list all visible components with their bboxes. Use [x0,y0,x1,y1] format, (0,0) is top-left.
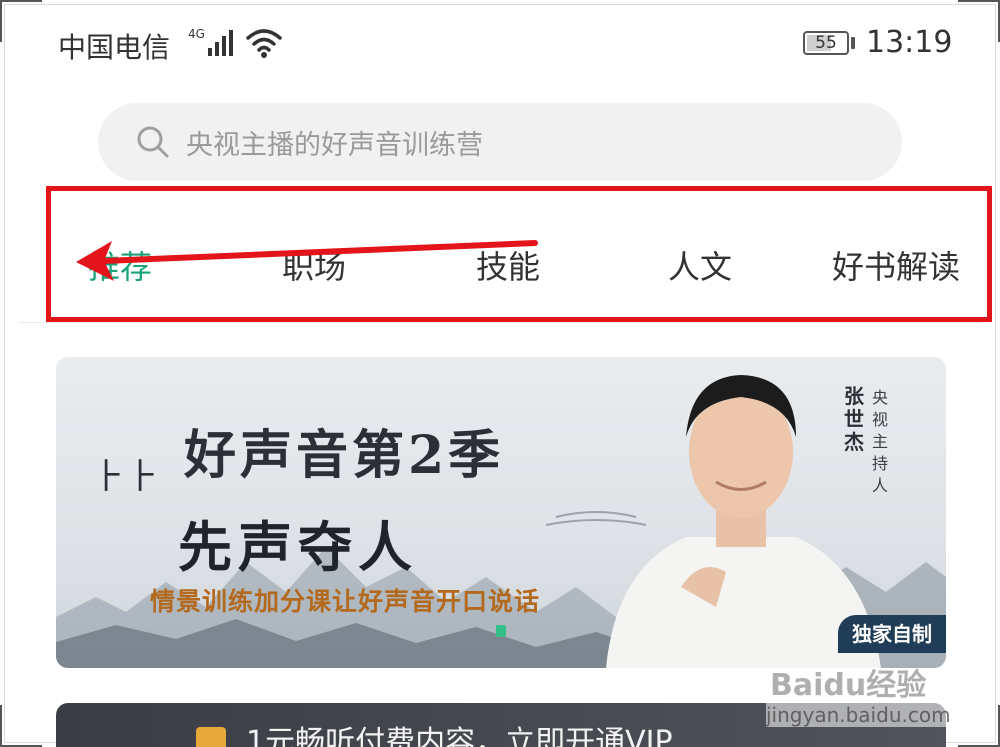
cell-signal-icon: 4G [188,27,233,56]
watermark-logo: Baidu经验 [770,668,927,703]
promo-banner[interactable]: ⺊⺊ 好声音第2季 先声夺人 情景训练加分课让好声音开口说话 张世杰 央视主持人… [56,357,946,668]
carrier-label: 中国电信 [58,31,171,64]
wifi-icon [246,29,282,58]
clock: 13:19 [866,25,953,60]
banner-subtitle: 情景训练加分课让好声音开口说话 [150,587,541,616]
search-bar[interactable]: 央视主播的好声音训练营 [98,103,902,181]
tabs-divider [18,322,982,323]
battery-level: 55 [815,33,837,53]
watermark-url: jingyan.baidu.com [766,703,951,727]
host-name: 张世杰 [844,384,864,454]
banner-title-secondary: 先声夺人 [178,515,418,579]
search-icon [137,126,169,158]
vip-banner-text: 1元畅听付费内容，立即开通VIP [246,725,673,747]
host-role: 央视主持人 [871,388,888,495]
battery-tip [851,37,855,49]
annotation-arrow-icon [76,240,538,281]
exclusive-badge: 独家自制 [838,615,946,653]
crop-mark [0,705,42,747]
search-placeholder: 央视主播的好声音训练营 [186,130,483,161]
carousel-indicator [496,625,506,637]
vip-crown-icon [196,727,226,747]
status-bar: 中国电信 4G 55 13:19 [0,0,1000,90]
birds-icon: ⺊⺊ [92,457,160,497]
network-type-label: 4G [188,27,205,41]
crop-mark [958,705,1000,747]
battery-icon: 55 [803,31,849,55]
banner-title: 好声音第2季 [184,425,505,486]
